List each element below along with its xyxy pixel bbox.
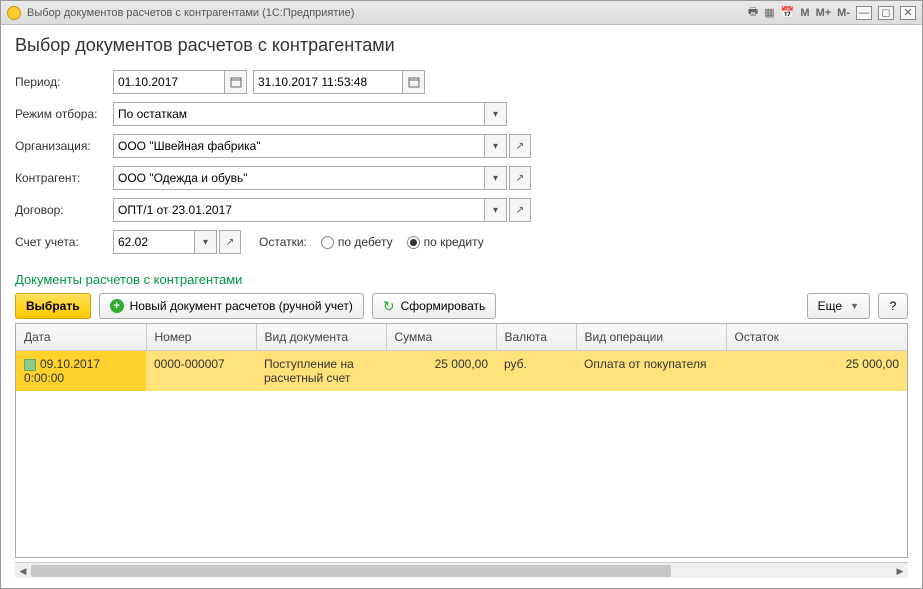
contract-open-icon[interactable]: ↗ [509,198,531,222]
radio-credit[interactable]: по кредиту [407,235,484,249]
account-label: Счет учета: [15,235,113,249]
toolbar: Выбрать + Новый документ расчетов (ручно… [15,293,908,319]
counterparty-dropdown-icon[interactable]: ▾ [485,166,507,190]
table-row[interactable]: 09.10.2017 0:00:00 0000-000007 Поступлен… [16,351,907,392]
radio-debit[interactable]: по дебету [321,235,393,249]
mode-input[interactable] [113,102,485,126]
radio-debit-label: по дебету [338,235,393,249]
generate-button[interactable]: ↻ Сформировать [372,293,496,319]
section-title: Документы расчетов с контрагентами [15,272,908,287]
table-empty-area [16,391,907,557]
scroll-right-icon[interactable]: ▶ [892,563,908,579]
account-input[interactable] [113,230,195,254]
contract-input[interactable] [113,198,485,222]
titlebar: Выбор документов расчетов с контрагентам… [1,1,922,25]
print-icon[interactable]: 🖶 [748,3,758,22]
org-dropdown-icon[interactable]: ▾ [485,134,507,158]
m-minus-button[interactable]: M- [837,7,850,19]
cell-doctype: Поступление на расчетный счет [256,351,386,392]
col-operation[interactable]: Вид операции [576,324,726,351]
grid-icon[interactable]: ▦ [764,6,774,19]
counterparty-row: Контрагент: ▾ ↗ [15,166,908,190]
balances-radio-group: по дебету по кредиту [321,235,484,249]
account-dropdown-icon[interactable]: ▾ [195,230,217,254]
content-area: Выбор документов расчетов с контрагентам… [1,25,922,588]
contract-label: Договор: [15,203,113,217]
maximize-button[interactable]: ◻ [878,6,894,20]
balances-label: Остатки: [259,235,307,249]
m-button[interactable]: M [800,7,809,19]
mode-dropdown-icon[interactable]: ▾ [485,102,507,126]
period-row: Период: [15,70,908,94]
refresh-icon: ↻ [383,298,395,315]
cell-date: 09.10.2017 0:00:00 [16,351,146,392]
titlebar-buttons: 🖶 ▦ 📅 M M+ M- — ◻ ✕ [748,3,916,22]
chevron-down-icon: ▼ [850,301,859,311]
minimize-button[interactable]: — [856,6,872,20]
page-title: Выбор документов расчетов с контрагентам… [15,35,908,56]
document-icon [24,359,36,371]
window-title: Выбор документов расчетов с контрагентам… [27,7,748,19]
scroll-left-icon[interactable]: ◀ [15,563,31,579]
calendar-icon[interactable]: 📅 [781,6,795,19]
col-sum[interactable]: Сумма [386,324,496,351]
col-date[interactable]: Дата [16,324,146,351]
period-from-input[interactable] [113,70,225,94]
period-to-input[interactable] [253,70,403,94]
scroll-thumb[interactable] [31,565,671,577]
col-currency[interactable]: Валюта [496,324,576,351]
org-input[interactable] [113,134,485,158]
account-row: Счет учета: ▾ ↗ Остатки: по дебету по кр… [15,230,908,254]
col-balance[interactable]: Остаток [726,324,907,351]
plus-icon: + [110,299,124,313]
table-header-row: Дата Номер Вид документа Сумма Валюта Ви… [16,324,907,351]
radio-credit-label: по кредиту [424,235,484,249]
org-row: Организация: ▾ ↗ [15,134,908,158]
contract-dropdown-icon[interactable]: ▾ [485,198,507,222]
cell-operation: Оплата от покупателя [576,351,726,392]
help-button[interactable]: ? [878,293,908,319]
cell-sum: 25 000,00 [386,351,496,392]
col-doctype[interactable]: Вид документа [256,324,386,351]
main-window: Выбор документов расчетов с контрагентам… [0,0,923,589]
documents-table: Дата Номер Вид документа Сумма Валюта Ви… [16,324,907,391]
period-label: Период: [15,75,113,89]
account-open-icon[interactable]: ↗ [219,230,241,254]
contract-row: Договор: ▾ ↗ [15,198,908,222]
table-container: Дата Номер Вид документа Сумма Валюта Ви… [15,323,908,558]
app-logo-icon [7,6,21,20]
radio-debit-icon [321,236,334,249]
cell-currency: руб. [496,351,576,392]
radio-credit-icon [407,236,420,249]
org-label: Организация: [15,139,113,153]
counterparty-open-icon[interactable]: ↗ [509,166,531,190]
more-button[interactable]: Еще ▼ [807,293,870,319]
calendar-to-icon[interactable] [403,70,425,94]
counterparty-label: Контрагент: [15,171,113,185]
mode-label: Режим отбора: [15,107,113,121]
cell-number: 0000-000007 [146,351,256,392]
calendar-from-icon[interactable] [225,70,247,94]
close-button[interactable]: ✕ [900,6,916,20]
counterparty-input[interactable] [113,166,485,190]
mode-row: Режим отбора: ▾ [15,102,908,126]
select-button[interactable]: Выбрать [15,293,91,319]
org-open-icon[interactable]: ↗ [509,134,531,158]
cell-balance: 25 000,00 [726,351,907,392]
m-plus-button[interactable]: M+ [816,7,832,19]
new-doc-button[interactable]: + Новый документ расчетов (ручной учет) [99,293,364,319]
col-number[interactable]: Номер [146,324,256,351]
horizontal-scrollbar[interactable]: ◀ ▶ [15,562,908,578]
